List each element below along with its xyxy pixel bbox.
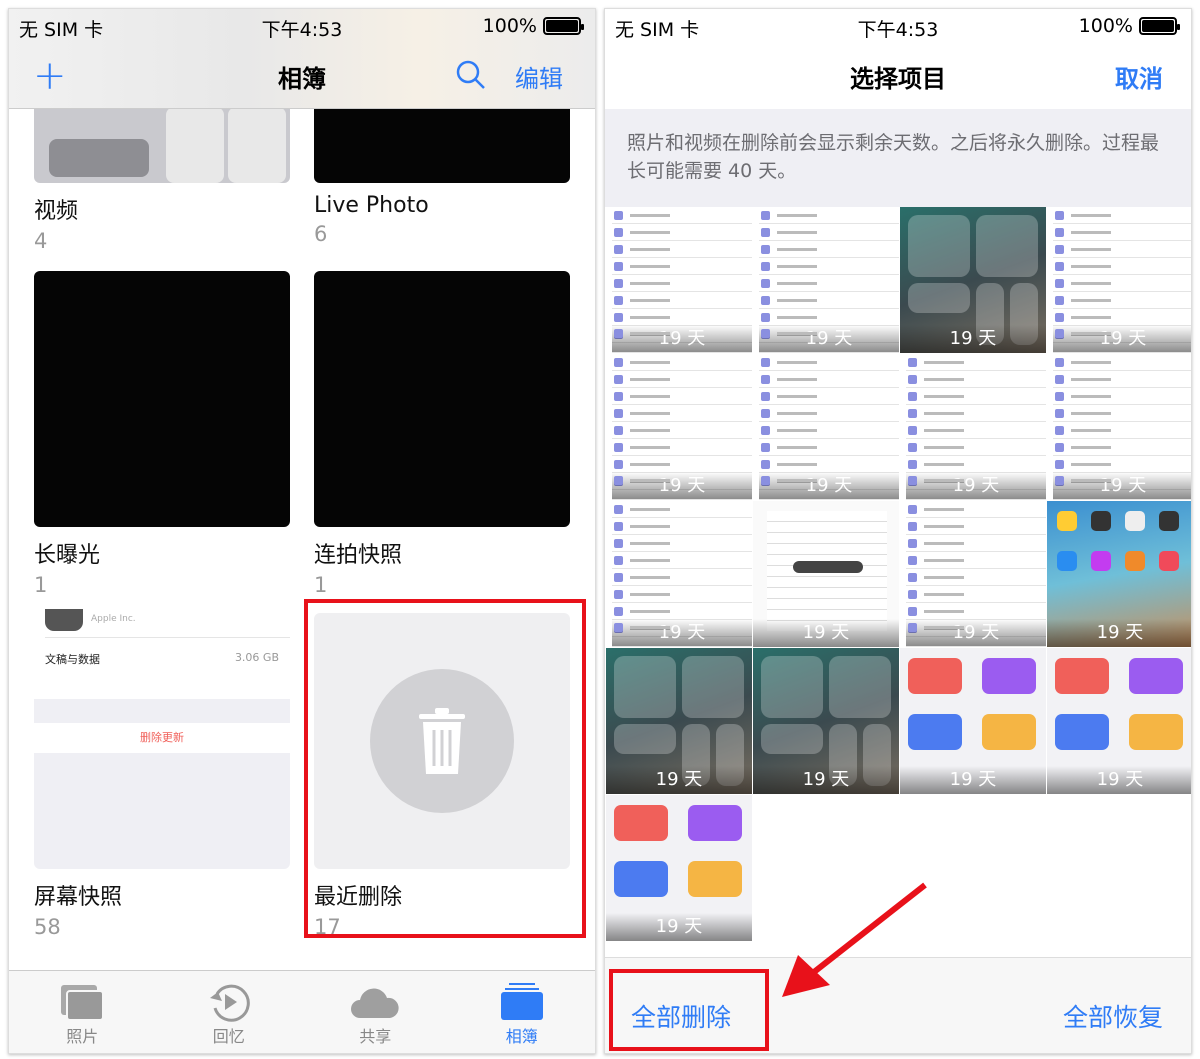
album-count: 6 — [314, 222, 328, 246]
photo-thumbnail[interactable]: 19 天 — [900, 207, 1046, 353]
memories-icon — [156, 981, 303, 1023]
album-name: Live Photo — [314, 193, 429, 218]
days-remaining: 19 天 — [1053, 325, 1191, 353]
photo-thumbnail[interactable]: 19 天 — [753, 354, 899, 500]
edit-button[interactable]: 编辑 — [515, 59, 563, 94]
days-remaining: 19 天 — [900, 325, 1046, 353]
album-bursts[interactable]: 连拍快照 1 — [314, 271, 570, 597]
album-name: 长曝光 — [34, 543, 101, 568]
photo-thumbnail[interactable]: 19 天 — [1047, 354, 1191, 500]
days-remaining: 19 天 — [1047, 619, 1191, 647]
days-remaining: 19 天 — [759, 325, 899, 353]
tab-photos[interactable]: 照片 — [9, 971, 156, 1053]
tab-label: 回忆 — [212, 1027, 245, 1046]
tab-albums[interactable]: 相簿 — [449, 971, 596, 1053]
days-remaining: 19 天 — [906, 472, 1046, 500]
thumb-row-value: 3.06 GB — [234, 651, 279, 664]
photo-thumbnail[interactable]: 19 天 — [1047, 207, 1191, 353]
arrow-annotation — [782, 882, 927, 997]
days-remaining: 19 天 — [753, 766, 899, 794]
battery-icon — [543, 17, 584, 35]
info-text: 照片和视频在删除前会显示剩余天数。之后将永久删除。过程最长可能需要 40 天。 — [605, 109, 1191, 207]
thumb-row-label: 文稿与数据 — [45, 653, 100, 666]
photo-thumbnail[interactable]: 19 天 — [606, 207, 752, 353]
album-count: 1 — [314, 573, 328, 597]
cancel-button[interactable]: 取消 — [1115, 59, 1163, 94]
photo-thumbnail[interactable]: 19 天 — [753, 207, 899, 353]
album-count: 58 — [34, 915, 61, 939]
tab-label: 照片 — [66, 1027, 99, 1046]
photo-thumbnail[interactable]: 19 天 — [753, 501, 899, 647]
status-bar: 无 SIM 卡 下午4:53 100% — [605, 9, 1191, 43]
page-title: 选择项目 — [850, 65, 946, 93]
photo-thumbnail[interactable]: 19 天 — [900, 648, 1046, 794]
days-remaining: 19 天 — [606, 766, 752, 794]
photo-thumbnail[interactable]: 19 天 — [900, 354, 1046, 500]
days-remaining: 19 天 — [753, 619, 899, 647]
album-count: 4 — [34, 229, 48, 253]
photo-thumbnail[interactable]: 19 天 — [753, 648, 899, 794]
album-name: 视频 — [34, 199, 79, 224]
highlight-box — [304, 599, 586, 938]
days-remaining: 19 天 — [612, 325, 752, 353]
album-long-exposure[interactable]: 长曝光 1 — [34, 271, 290, 597]
days-remaining: 19 天 — [900, 766, 1046, 794]
photo-thumbnail[interactable]: 19 天 — [606, 354, 752, 500]
tab-bar: 照片 回忆 共享 相簿 — [9, 970, 595, 1053]
album-count: 1 — [34, 573, 48, 597]
albums-screen: 无 SIM 卡 下午4:53 100% + 相簿 编辑 视频 4 Live Ph… — [8, 8, 596, 1054]
albums-icon — [449, 981, 596, 1023]
battery-percent: 100% — [1078, 15, 1133, 37]
days-remaining: 19 天 — [1053, 472, 1191, 500]
thumb-vendor: Apple Inc. — [91, 614, 136, 624]
album-thumbnail: Apple Inc. 文稿与数据 3.06 GB 删除更新 — [34, 609, 290, 869]
tab-shared[interactable]: 共享 — [302, 971, 449, 1053]
photos-icon — [9, 981, 156, 1023]
days-remaining: 19 天 — [906, 619, 1046, 647]
header: 无 SIM 卡 下午4:53 100% + 相簿 编辑 — [9, 9, 595, 109]
photo-thumbnail[interactable]: 19 天 — [1047, 501, 1191, 647]
page-title: 相簿 — [278, 65, 326, 93]
album-thumbnail — [314, 271, 570, 527]
tab-label: 相簿 — [505, 1027, 538, 1046]
photo-thumbnail[interactable]: 19 天 — [900, 501, 1046, 647]
cloud-icon — [302, 981, 449, 1023]
photo-thumbnail[interactable]: 19 天 — [606, 648, 752, 794]
nav-bar: 选择项目 取消 — [605, 43, 1191, 109]
days-remaining: 19 天 — [612, 619, 752, 647]
battery-icon — [1139, 17, 1180, 35]
thumb-action: 删除更新 — [34, 723, 290, 753]
photo-thumbnail[interactable]: 19 天 — [1047, 648, 1191, 794]
search-icon[interactable] — [455, 59, 487, 95]
days-remaining: 19 天 — [606, 913, 752, 941]
recover-all-button[interactable]: 全部恢复 — [1063, 998, 1163, 1034]
photo-thumbnail[interactable]: 19 天 — [606, 795, 752, 941]
tab-memories[interactable]: 回忆 — [156, 971, 303, 1053]
photo-thumbnail[interactable]: 19 天 — [606, 501, 752, 647]
tab-label: 共享 — [359, 1027, 392, 1046]
nav-bar: + 相簿 编辑 — [9, 43, 595, 109]
days-remaining: 19 天 — [612, 472, 752, 500]
highlight-box — [609, 969, 769, 1051]
album-name: 屏幕快照 — [34, 885, 123, 910]
album-screenshots[interactable]: Apple Inc. 文稿与数据 3.06 GB 删除更新 屏幕快照 58 — [34, 609, 290, 939]
days-remaining: 19 天 — [1047, 766, 1191, 794]
album-name: 连拍快照 — [314, 543, 403, 568]
photo-grid: 19 天 19 天 19 天 19 天 19 天 19 天 19 天 19 天 19 天 19 天… — [606, 207, 1191, 941]
battery-percent: 100% — [482, 15, 537, 37]
album-thumbnail — [34, 271, 290, 527]
status-bar: 无 SIM 卡 下午4:53 100% — [9, 9, 595, 43]
days-remaining: 19 天 — [759, 472, 899, 500]
